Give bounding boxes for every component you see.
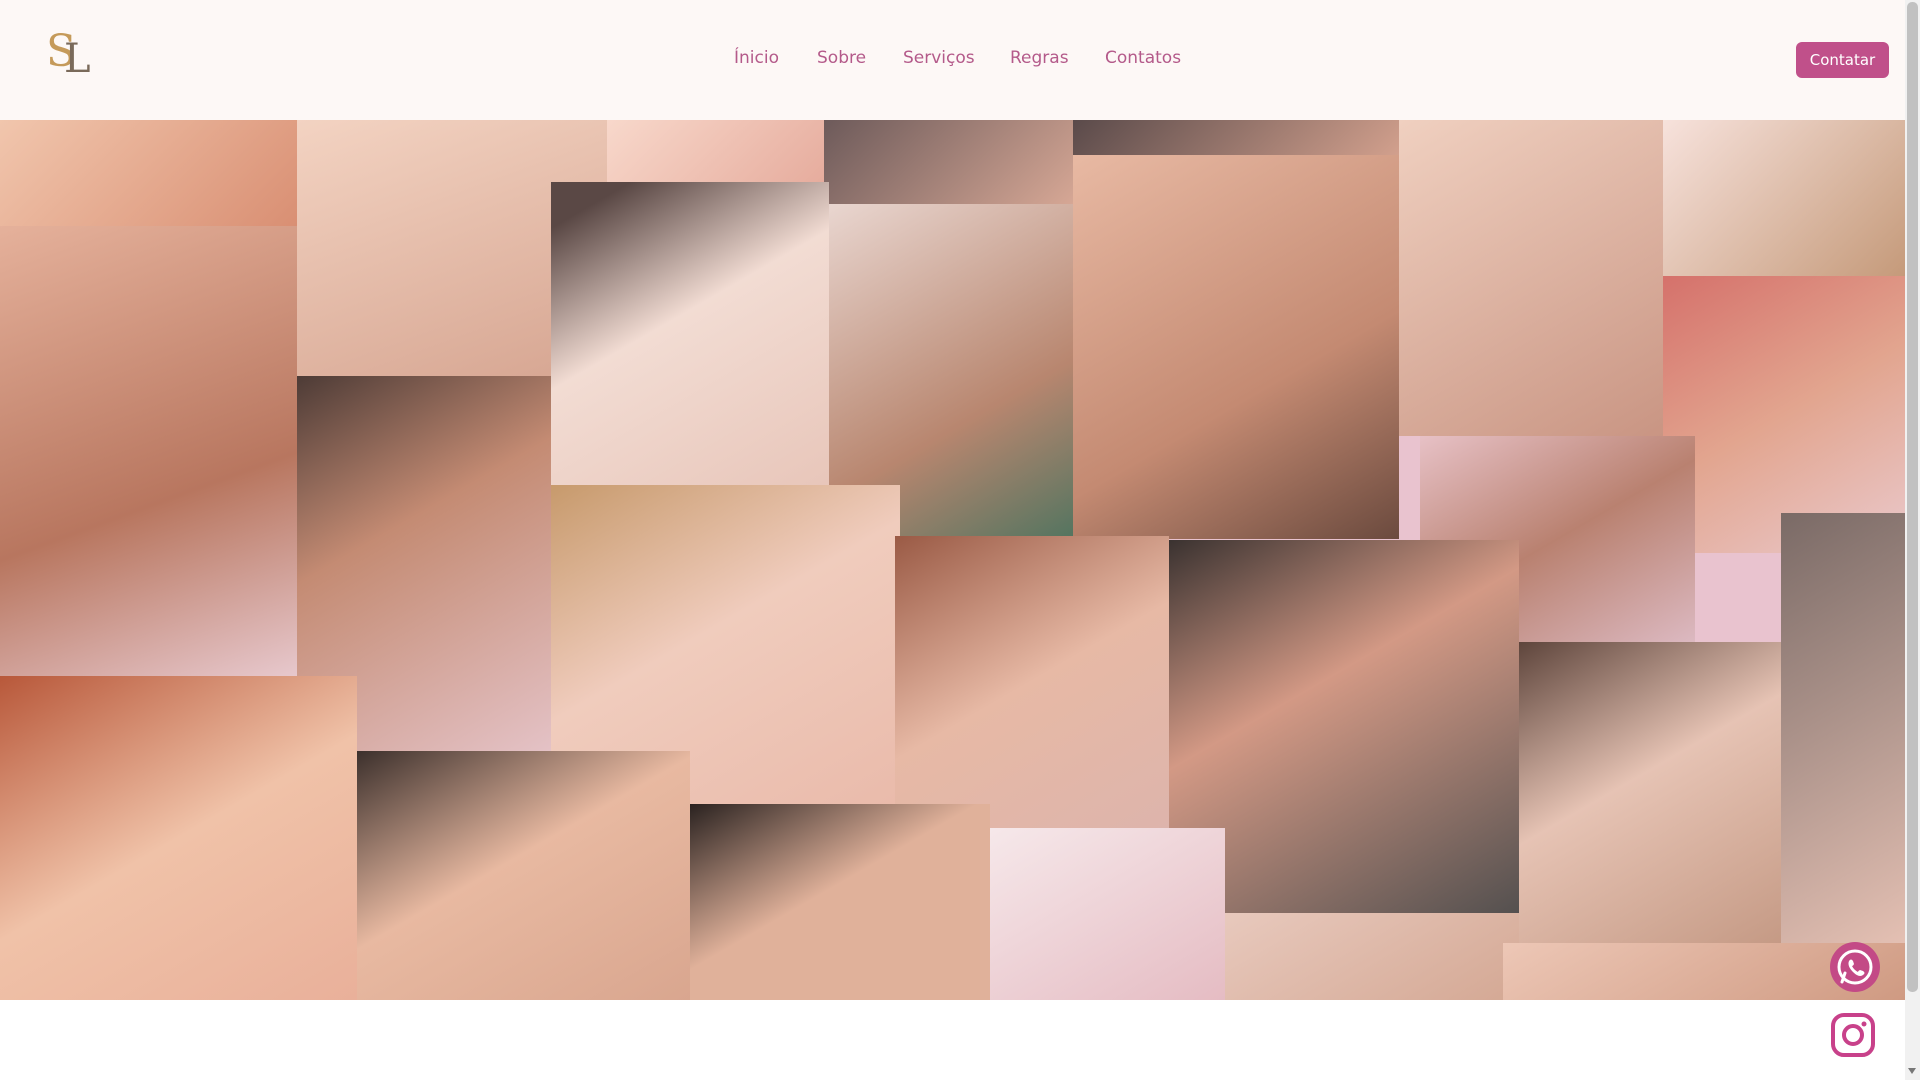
nav-item-regras[interactable]: Regras <box>1010 48 1069 68</box>
collage-photo <box>1225 913 1519 1000</box>
collage-photo <box>0 120 297 226</box>
instagram-icon <box>1831 1013 1875 1057</box>
contact-button[interactable]: Contatar <box>1796 42 1889 78</box>
collage-photo <box>990 828 1225 1000</box>
nav-item-servicos[interactable]: Serviços <box>903 48 975 68</box>
collage-photo <box>0 676 357 1000</box>
collage-photo <box>1781 513 1905 943</box>
collage-photo <box>824 120 1073 204</box>
main-nav: Ínicio Sobre Serviços Regras Contatos <box>0 48 1905 72</box>
scrollbar-thumb[interactable] <box>1907 2 1918 992</box>
nav-item-contatos[interactable]: Contatos <box>1105 48 1181 68</box>
collage-photo <box>1073 120 1399 155</box>
collage-photo <box>0 226 297 676</box>
nav-item-sobre[interactable]: Sobre <box>817 48 866 68</box>
collage-photo <box>357 751 690 1000</box>
nav-item-inicio[interactable]: Ínicio <box>734 48 779 68</box>
collage-photo <box>690 804 990 1000</box>
whatsapp-icon <box>1837 949 1873 985</box>
site-header: S L Ínicio Sobre Serviços Regras Contato… <box>0 0 1905 120</box>
collage-photo <box>1399 120 1663 436</box>
scroll-down-icon[interactable] <box>1908 1068 1916 1074</box>
page-scrollbar[interactable] <box>1905 0 1920 1080</box>
whatsapp-button[interactable] <box>1830 942 1880 992</box>
collage-photo <box>1663 276 1905 553</box>
collage-photo <box>1073 155 1399 539</box>
instagram-button[interactable] <box>1828 1010 1878 1060</box>
collage-photo <box>1519 642 1781 943</box>
collage-photo <box>551 182 829 485</box>
collage-photo <box>1663 120 1905 276</box>
photo-collage <box>0 120 1905 1000</box>
